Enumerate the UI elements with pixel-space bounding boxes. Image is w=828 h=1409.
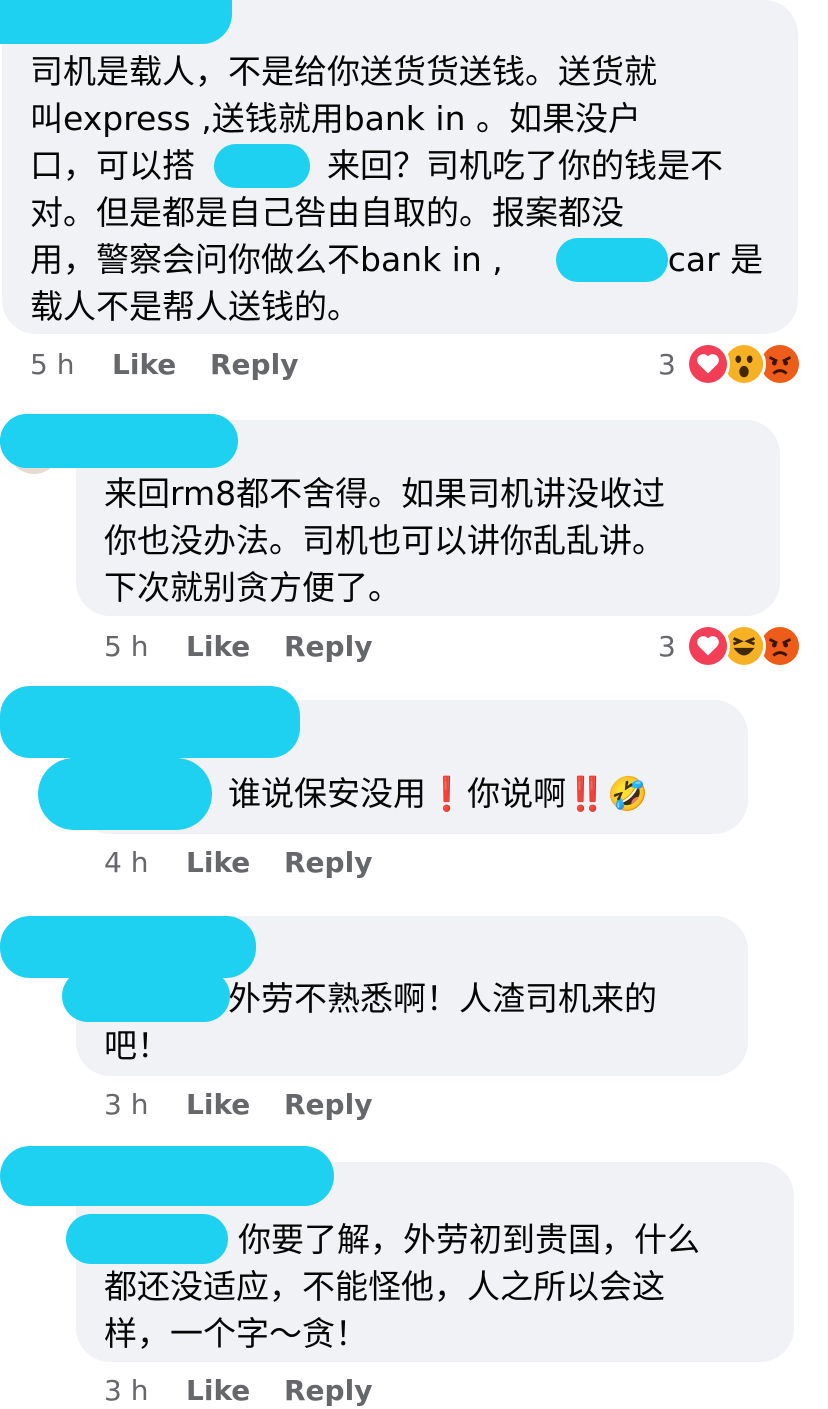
like-button-1[interactable]: Like [112,348,176,382]
comment-text-3: 谁说保安没用❗你说啊‼️🤣 [228,774,649,813]
redacted-mention [62,970,230,1022]
like-button-2[interactable]: Like [186,630,250,664]
reply-button-1[interactable]: Reply [210,348,298,382]
redacted-mention [66,1214,228,1264]
reply-button-4[interactable]: Reply [284,1088,372,1122]
reaction-count-1: 3 [658,348,676,381]
reaction-count-2: 3 [658,630,676,663]
comment-text-1: 司机是载人，不是给你送货货送钱。送货就 叫express ,送钱就用bank i… [30,52,764,326]
redacted-author-name [0,414,238,468]
love-icon[interactable] [686,624,730,668]
comment-timestamp-4: 3 h [104,1088,149,1121]
comment-timestamp-5: 3 h [104,1374,149,1407]
comment-text-2: 来回rm8都不舍得。如果司机讲没收过 你也没办法。司机也可以讲你乱乱讲。 下次就… [104,474,666,607]
comment-timestamp-1: 5 h [30,348,75,381]
redacted-place-name [214,144,310,188]
reply-button-3[interactable]: Reply [284,846,372,880]
comment-timestamp-2: 5 h [104,630,149,663]
like-button-4[interactable]: Like [186,1088,250,1122]
like-button-3[interactable]: Like [186,846,250,880]
like-button-5[interactable]: Like [186,1374,250,1408]
redacted-author-name [0,686,300,758]
redacted-service-name [556,238,668,282]
reply-button-2[interactable]: Reply [284,630,372,664]
reply-button-5[interactable]: Reply [284,1374,372,1408]
redacted-author-name [0,916,256,978]
redacted-mention [38,758,212,830]
redacted-author-name [0,1146,334,1206]
redacted-author-name [0,0,232,44]
comment-timestamp-3: 4 h [104,846,149,879]
love-icon[interactable] [686,342,730,386]
